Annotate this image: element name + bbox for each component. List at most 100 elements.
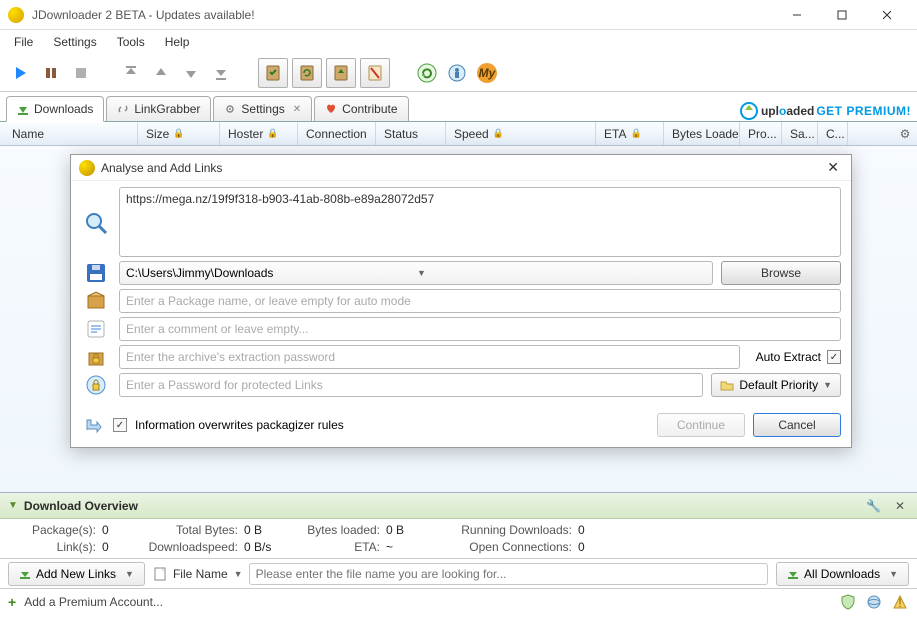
overview-body: Package(s):0 Total Bytes:0 B Bytes loade… [0, 519, 917, 558]
stop-button[interactable] [68, 60, 94, 86]
tab-strip: Downloads LinkGrabber Settings ✕ Contrib… [0, 92, 917, 122]
play-button[interactable] [8, 60, 34, 86]
tab-label: Settings [241, 102, 284, 116]
status-globe-icon[interactable] [865, 593, 883, 611]
main-toolbar: My [0, 54, 917, 92]
maximize-button[interactable] [819, 0, 864, 30]
svg-text:My: My [479, 66, 497, 80]
move-up-button[interactable] [148, 60, 174, 86]
col-bytes-loaded[interactable]: Bytes Loaded [664, 122, 740, 145]
tab-settings[interactable]: Settings ✕ [213, 96, 312, 121]
overview-close-icon[interactable]: ✕ [891, 499, 909, 513]
menu-tools[interactable]: Tools [107, 32, 155, 52]
get-premium-label: GET PREMIUM! [816, 104, 911, 118]
lock-icon: 🔒 [493, 128, 504, 139]
package-name-input[interactable] [119, 289, 841, 313]
total-bytes-label: Total Bytes: [134, 523, 244, 537]
menu-file[interactable]: File [4, 32, 43, 52]
col-size[interactable]: Size🔒 [138, 122, 220, 145]
speed-limit-button[interactable] [360, 58, 390, 88]
tab-label: Downloads [34, 102, 93, 116]
overview-header[interactable]: ▼ Download Overview 🔧 ✕ [0, 493, 917, 519]
links-textarea[interactable]: https://mega.nz/19f9f318-b903-41ab-808b-… [119, 187, 841, 257]
running-downloads-label: Running Downloads: [428, 523, 578, 537]
comment-input[interactable] [119, 317, 841, 341]
col-sa[interactable]: Sa... [782, 122, 818, 145]
archive-password-input[interactable] [119, 345, 740, 369]
title-bar: JDownloader 2 BETA - Updates available! [0, 0, 917, 30]
status-shield-icon[interactable] [839, 593, 857, 611]
add-premium-link[interactable]: Add a Premium Account... [24, 595, 163, 609]
status-warning-icon[interactable]: ! [891, 593, 909, 611]
columns-gear-icon[interactable]: ⚙ [893, 127, 917, 141]
close-button[interactable] [864, 0, 909, 30]
packages-value: 0 [102, 523, 134, 537]
column-headers: Name Size🔒 Hoster🔒 Connection Status Spe… [0, 122, 917, 146]
magnifier-icon [84, 212, 108, 236]
col-progress[interactable]: Pro... [740, 122, 782, 145]
chevron-down-icon[interactable]: ▼ [234, 569, 243, 579]
info-arrow-icon [81, 413, 105, 437]
comment-icon [84, 317, 108, 341]
download-icon [19, 568, 31, 580]
col-connection[interactable]: Connection [298, 122, 376, 145]
minimize-button[interactable] [774, 0, 819, 30]
move-bottom-button[interactable] [208, 60, 234, 86]
priority-dropdown[interactable]: Default Priority▼ [711, 373, 841, 397]
tab-contribute[interactable]: Contribute [314, 96, 408, 121]
update-button[interactable] [414, 60, 440, 86]
add-new-links-button[interactable]: Add New Links▼ [8, 562, 145, 586]
pause-button[interactable] [38, 60, 64, 86]
bottom-toolbar: Add New Links▼ File Name ▼ All Downloads… [0, 558, 917, 588]
svg-text:!: ! [898, 596, 901, 610]
dialog-close-button[interactable]: ✕ [823, 159, 843, 176]
tab-downloads[interactable]: Downloads [6, 96, 104, 122]
packages-label: Package(s): [12, 523, 102, 537]
menu-settings[interactable]: Settings [43, 32, 106, 52]
save-path-combo[interactable]: C:\Users\Jimmy\Downloads▼ [119, 261, 713, 285]
collapse-icon: ▼ [8, 500, 18, 511]
col-speed[interactable]: Speed🔒 [446, 122, 596, 145]
uploaded-premium-ad[interactable]: uploaded GET PREMIUM! [739, 101, 911, 121]
auto-extract-checkbox[interactable]: ✓ [827, 350, 841, 364]
move-down-button[interactable] [178, 60, 204, 86]
myjd-button[interactable]: My [474, 60, 500, 86]
open-connections-label: Open Connections: [428, 540, 578, 554]
tab-linkgrabber[interactable]: LinkGrabber [106, 96, 211, 121]
menu-bar: File Settings Tools Help [0, 30, 917, 54]
app-icon [8, 7, 24, 23]
cancel-button[interactable]: Cancel [753, 413, 841, 437]
running-downloads-value: 0 [578, 523, 610, 537]
tab-close-icon[interactable]: ✕ [293, 104, 301, 115]
status-bar: + Add a Premium Account... ! [0, 588, 917, 614]
download-icon [787, 568, 799, 580]
link-password-input[interactable] [119, 373, 703, 397]
col-eta[interactable]: ETA🔒 [596, 122, 664, 145]
reconnect-button[interactable] [444, 60, 470, 86]
lock-icon: 🔒 [630, 128, 641, 139]
download-icon [17, 103, 29, 115]
menu-help[interactable]: Help [155, 32, 200, 52]
col-name[interactable]: Name [4, 122, 138, 145]
save-disk-icon [84, 261, 108, 285]
auto-reconnect-button[interactable] [292, 58, 322, 88]
move-top-button[interactable] [118, 60, 144, 86]
downloads-list-area: Analyse and Add Links ✕ https://mega.nz/… [0, 146, 917, 492]
add-links-dialog: Analyse and Add Links ✕ https://mega.nz/… [70, 154, 852, 448]
continue-button[interactable]: Continue [657, 413, 745, 437]
overview-settings-icon[interactable]: 🔧 [862, 499, 885, 513]
package-icon [84, 289, 108, 313]
browse-button[interactable]: Browse [721, 261, 841, 285]
folder-icon [720, 378, 734, 392]
overwrite-checkbox[interactable]: ✓ [113, 418, 127, 432]
col-hoster[interactable]: Hoster🔒 [220, 122, 298, 145]
clipboard-monitor-button[interactable] [258, 58, 288, 88]
overwrite-label: Information overwrites packagizer rules [135, 418, 344, 432]
col-c[interactable]: C... [818, 122, 848, 145]
all-downloads-button[interactable]: All Downloads▼ [776, 562, 909, 586]
auto-update-button[interactable] [326, 58, 356, 88]
col-status[interactable]: Status [376, 122, 446, 145]
eta-label: ETA: [286, 540, 386, 554]
file-icon [153, 567, 167, 581]
filename-search-input[interactable] [249, 563, 768, 585]
